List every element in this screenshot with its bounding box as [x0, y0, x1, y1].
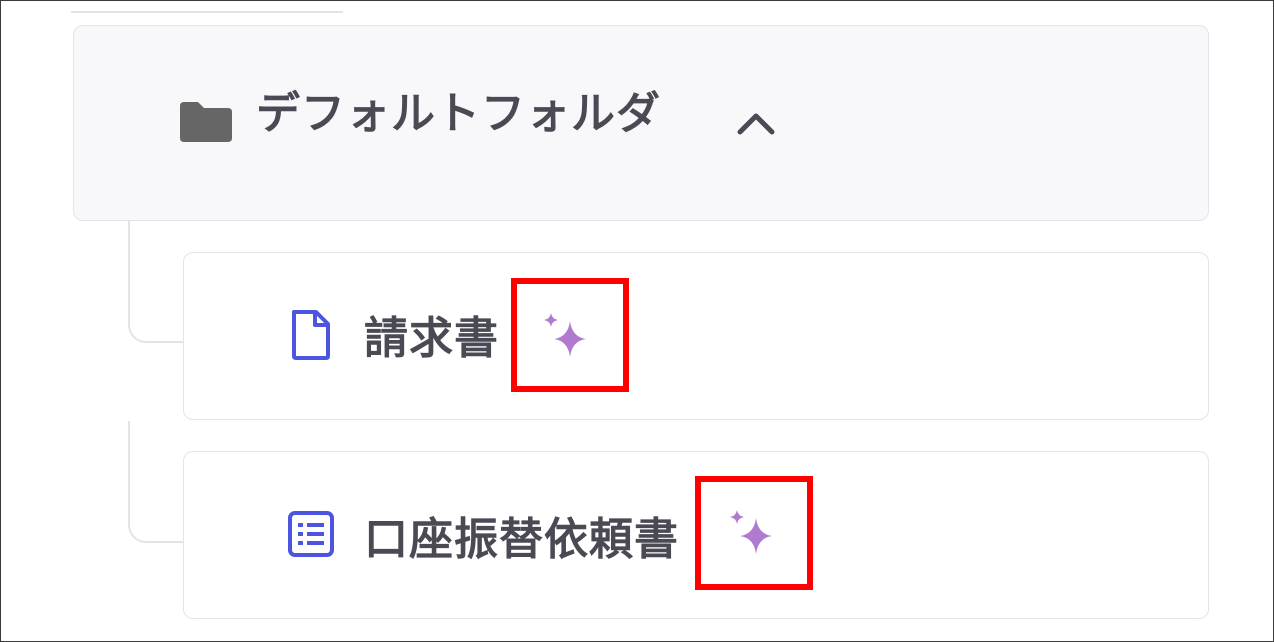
highlight-box: [511, 278, 629, 392]
tree-connector: [146, 341, 184, 343]
folder-title: デフォルトフォルダ: [256, 88, 661, 139]
chevron-up-icon[interactable]: [736, 108, 776, 138]
document-item-invoice[interactable]: 請求書: [183, 252, 1209, 420]
tree-connector: [128, 321, 148, 343]
tree-connector: [128, 421, 130, 521]
divider: [71, 11, 343, 13]
highlight-box: [695, 476, 813, 590]
tree-connector: [128, 521, 148, 543]
folder-header[interactable]: デフォルトフォルダ: [73, 25, 1209, 221]
tree-connector: [146, 541, 184, 543]
document-label: 請求書: [364, 313, 499, 364]
screenshot-frame: デフォルトフォルダ 請求書 口座振替依頼書: [0, 0, 1274, 642]
folder-icon: [180, 102, 232, 142]
list-icon: [288, 511, 334, 557]
document-label: 口座振替依頼書: [364, 514, 679, 565]
document-icon: [292, 310, 330, 360]
tree-connector: [128, 221, 130, 321]
